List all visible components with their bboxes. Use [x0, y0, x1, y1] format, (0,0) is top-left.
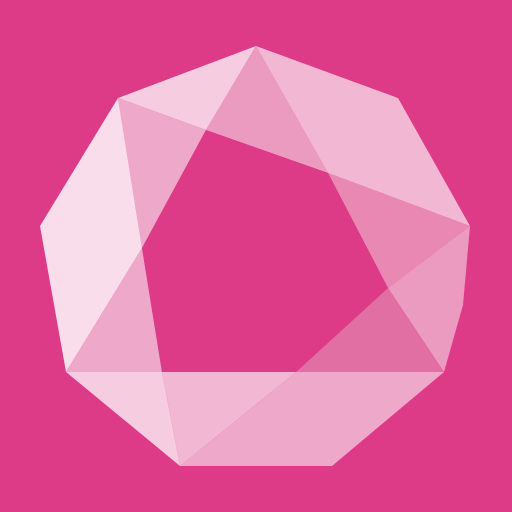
app-icon — [0, 0, 512, 512]
crystal-gem-icon — [0, 0, 512, 512]
